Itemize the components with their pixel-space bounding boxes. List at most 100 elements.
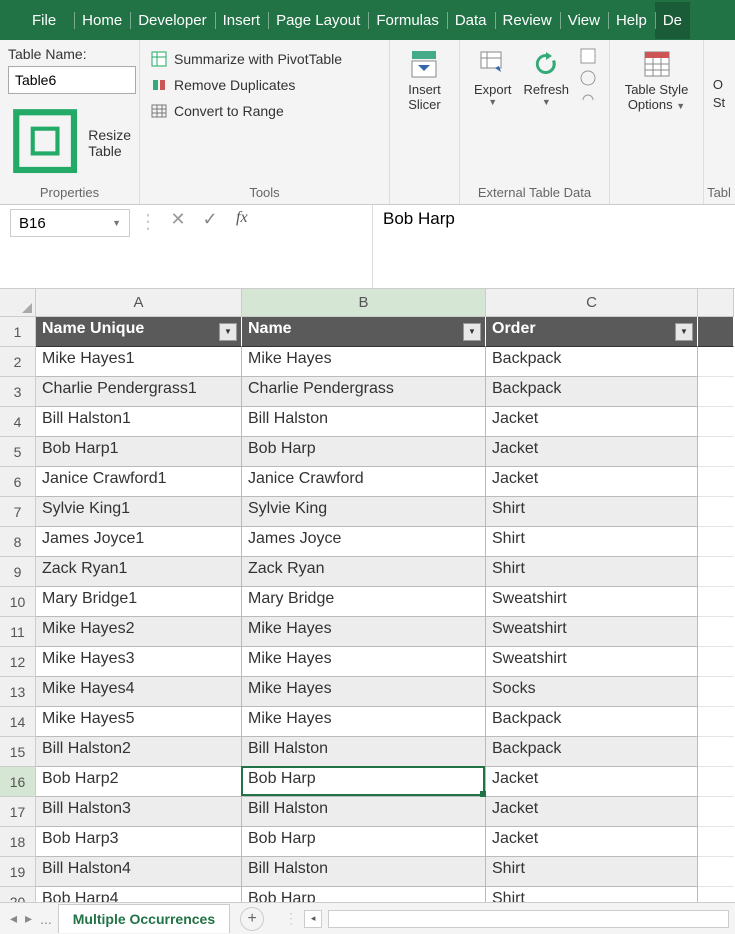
- tab-help[interactable]: Help: [608, 2, 655, 39]
- chevron-down-icon[interactable]: ▼: [112, 218, 121, 228]
- row-header[interactable]: 14: [0, 707, 36, 737]
- row-header[interactable]: 5: [0, 437, 36, 467]
- properties-icon[interactable]: [579, 47, 597, 65]
- row-header[interactable]: 13: [0, 677, 36, 707]
- refresh-button[interactable]: Refresh ▼: [522, 46, 572, 109]
- row-header[interactable]: 10: [0, 587, 36, 617]
- cell[interactable]: Charlie Pendergrass1: [36, 377, 242, 407]
- cell[interactable]: Mary Bridge1: [36, 587, 242, 617]
- convert-range-button[interactable]: Convert to Range: [148, 98, 381, 124]
- row-header[interactable]: 4: [0, 407, 36, 437]
- name-box[interactable]: B16 ▼: [10, 209, 130, 237]
- cell[interactable]: Shirt: [486, 527, 698, 557]
- tab-insert[interactable]: Insert: [215, 2, 269, 39]
- summarize-pivot-button[interactable]: Summarize with PivotTable: [148, 46, 381, 72]
- col-header-b[interactable]: B: [242, 289, 486, 317]
- tab-design[interactable]: De: [655, 2, 690, 39]
- browser-icon[interactable]: [579, 69, 597, 87]
- row-header[interactable]: 7: [0, 497, 36, 527]
- row-header[interactable]: 3: [0, 377, 36, 407]
- cell[interactable]: Mike Hayes4: [36, 677, 242, 707]
- tab-review[interactable]: Review: [495, 2, 560, 39]
- cell[interactable]: Bob Harp3: [36, 827, 242, 857]
- empty-cell[interactable]: [698, 497, 734, 527]
- col-header-a[interactable]: A: [36, 289, 242, 317]
- cell[interactable]: Mike Hayes: [242, 617, 486, 647]
- empty-cell[interactable]: [698, 617, 734, 647]
- cell[interactable]: Bill Halston2: [36, 737, 242, 767]
- cell[interactable]: Mike Hayes3: [36, 647, 242, 677]
- cell[interactable]: Charlie Pendergrass: [242, 377, 486, 407]
- empty-cell[interactable]: [698, 677, 734, 707]
- row-header[interactable]: 2: [0, 347, 36, 377]
- row-header[interactable]: 19: [0, 857, 36, 887]
- cell[interactable]: Mike Hayes2: [36, 617, 242, 647]
- empty-cell[interactable]: [698, 347, 734, 377]
- cell[interactable]: Bill Halston: [242, 407, 486, 437]
- empty-cell[interactable]: [698, 407, 734, 437]
- sheet-tab-active[interactable]: Multiple Occurrences: [58, 904, 230, 933]
- cancel-icon[interactable]: ✕: [166, 209, 190, 230]
- cell[interactable]: Bob Harp: [242, 767, 486, 797]
- cell[interactable]: Backpack: [486, 707, 698, 737]
- row-header-1[interactable]: 1: [0, 317, 36, 347]
- cell[interactable]: Bill Halston4: [36, 857, 242, 887]
- cell[interactable]: Sweatshirt: [486, 617, 698, 647]
- empty-cell[interactable]: [698, 437, 734, 467]
- cell[interactable]: Shirt: [486, 497, 698, 527]
- sheet-nav-prev[interactable]: ◂: [6, 910, 21, 927]
- row-header[interactable]: 11: [0, 617, 36, 647]
- select-all-corner[interactable]: [0, 289, 36, 317]
- empty-cell[interactable]: [698, 767, 734, 797]
- row-header[interactable]: 18: [0, 827, 36, 857]
- header-order[interactable]: Order ▼: [486, 317, 698, 347]
- empty-cell[interactable]: [698, 317, 734, 347]
- cell[interactable]: Zack Ryan: [242, 557, 486, 587]
- row-header[interactable]: 16: [0, 767, 36, 797]
- filter-dropdown-icon[interactable]: ▼: [219, 323, 237, 341]
- cell[interactable]: Bill Halston: [242, 737, 486, 767]
- sheet-nav-next[interactable]: ▸: [21, 910, 36, 927]
- cell[interactable]: Bill Halston3: [36, 797, 242, 827]
- cell[interactable]: Mike Hayes5: [36, 707, 242, 737]
- cell[interactable]: Sweatshirt: [486, 647, 698, 677]
- cell[interactable]: Jacket: [486, 797, 698, 827]
- fx-icon[interactable]: fx: [230, 209, 254, 227]
- empty-cell[interactable]: [698, 557, 734, 587]
- cell[interactable]: Bob Harp1: [36, 437, 242, 467]
- empty-cell[interactable]: [698, 737, 734, 767]
- cell[interactable]: Sylvie King: [242, 497, 486, 527]
- cell[interactable]: Bill Halston1: [36, 407, 242, 437]
- resize-table-button[interactable]: Resize Table: [8, 104, 131, 181]
- sheet-nav-more[interactable]: ...: [36, 911, 56, 927]
- cell[interactable]: Bob Harp: [242, 827, 486, 857]
- row-header[interactable]: 6: [0, 467, 36, 497]
- insert-slicer-button[interactable]: Insert Slicer: [406, 46, 443, 114]
- col-header-d[interactable]: [698, 289, 734, 317]
- row-header[interactable]: 9: [0, 557, 36, 587]
- cell[interactable]: Jacket: [486, 767, 698, 797]
- cell[interactable]: James Joyce: [242, 527, 486, 557]
- row-header[interactable]: 8: [0, 527, 36, 557]
- cell[interactable]: Socks: [486, 677, 698, 707]
- header-name-unique[interactable]: Name Unique ▼: [36, 317, 242, 347]
- cell[interactable]: Bill Halston: [242, 857, 486, 887]
- cell[interactable]: Sweatshirt: [486, 587, 698, 617]
- add-sheet-button[interactable]: +: [240, 907, 264, 931]
- cell[interactable]: Janice Crawford1: [36, 467, 242, 497]
- cell[interactable]: Jacket: [486, 827, 698, 857]
- cell[interactable]: Jacket: [486, 467, 698, 497]
- cell[interactable]: Mike Hayes: [242, 347, 486, 377]
- tab-developer[interactable]: Developer: [130, 2, 214, 39]
- cell[interactable]: Mike Hayes: [242, 677, 486, 707]
- tab-page-layout[interactable]: Page Layout: [268, 2, 368, 39]
- cell[interactable]: Backpack: [486, 347, 698, 377]
- scroll-track[interactable]: [328, 910, 729, 928]
- row-header[interactable]: 12: [0, 647, 36, 677]
- cell[interactable]: Jacket: [486, 407, 698, 437]
- cell[interactable]: Bob Harp: [242, 437, 486, 467]
- scroll-left-button[interactable]: ◂: [304, 910, 322, 928]
- cell[interactable]: Bob Harp2: [36, 767, 242, 797]
- table-style-options-button[interactable]: Table Style Options ▼: [623, 46, 691, 114]
- header-name[interactable]: Name ▼: [242, 317, 486, 347]
